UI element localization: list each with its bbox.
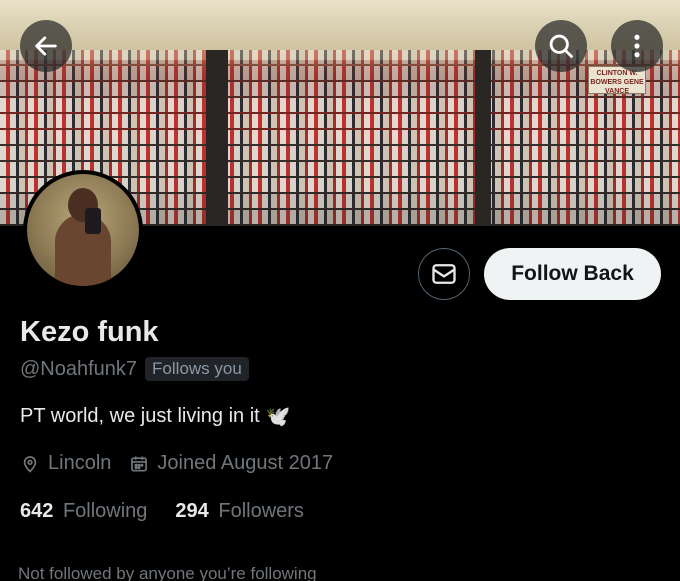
joined-text: Joined August 2017 (157, 452, 334, 474)
banner-aisle (475, 50, 491, 226)
following-count: 642 (20, 500, 54, 522)
follows-you-badge: Follows you (145, 357, 249, 381)
message-button[interactable] (418, 248, 470, 300)
profile-avatar[interactable] (23, 170, 143, 290)
location-text: Lincoln (48, 452, 112, 474)
envelope-icon (432, 264, 456, 284)
followers-label: Followers (218, 500, 304, 522)
search-button[interactable] (535, 20, 587, 72)
back-button[interactable] (20, 20, 72, 72)
profile-meta: Lincoln Joined August 2017 (20, 452, 351, 475)
followers-count: 294 (175, 500, 209, 522)
following-label: Following (62, 500, 148, 522)
joined-item: Joined August 2017 (129, 452, 333, 475)
follow-back-button[interactable]: Follow Back (484, 248, 661, 300)
dove-emoji: 🕊️ (265, 406, 291, 428)
mutuals-note: Not followed by anyone you’re following (18, 564, 317, 581)
handle-row: @Noahfunk7 Follows you (20, 357, 249, 381)
location-item: Lincoln (20, 452, 111, 475)
profile-bio: PT world, we just living in it 🕊️ (20, 404, 291, 429)
bio-text: PT world, we just living in it (20, 405, 260, 427)
follow-stats: 642 Following 294 Followers (20, 500, 332, 523)
followers-link[interactable]: 294 Followers (175, 500, 304, 523)
calendar-icon (131, 456, 148, 471)
more-options-button[interactable] (611, 20, 663, 72)
user-handle: @Noahfunk7 (20, 357, 138, 380)
arrow-left-icon (35, 36, 57, 56)
display-name: Kezo funk (20, 316, 159, 348)
location-pin-icon (23, 455, 37, 473)
banner-aisle (206, 50, 228, 226)
avatar-photo (27, 174, 139, 286)
search-icon (549, 34, 573, 58)
following-link[interactable]: 642 Following (20, 500, 147, 523)
more-vertical-icon (634, 34, 640, 58)
